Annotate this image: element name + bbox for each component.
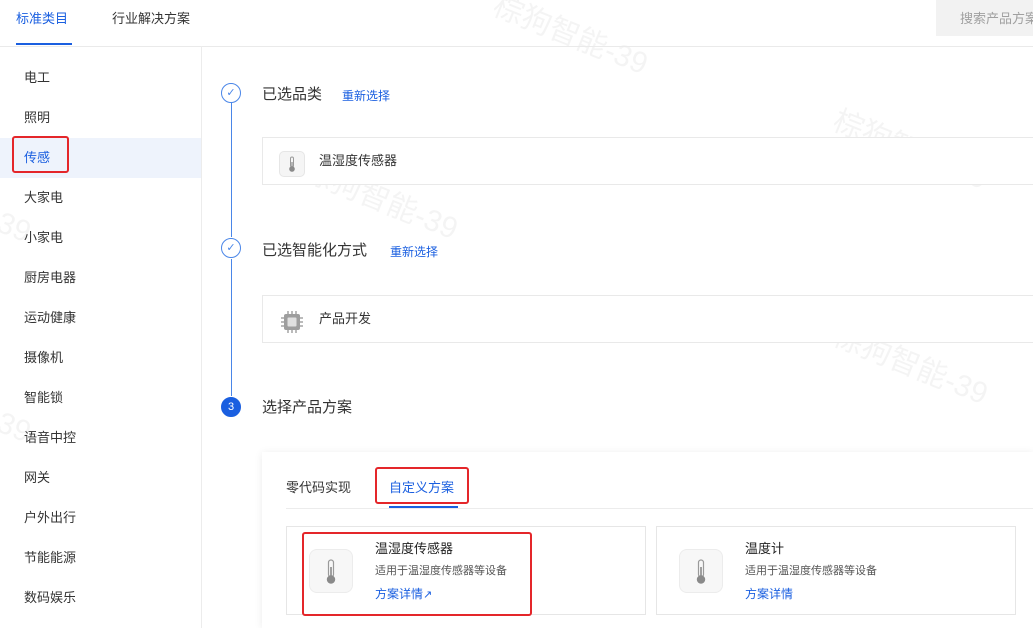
- selected-category-box: 温湿度传感器: [262, 137, 1033, 185]
- tab-zero-code[interactable]: 零代码实现: [286, 479, 351, 497]
- sidebar-item-gateway[interactable]: 网关: [0, 458, 201, 498]
- tab-divider: [286, 508, 1033, 509]
- selected-method-box: 产品开发: [262, 295, 1033, 343]
- card-description: 适用于温湿度传感器等设备: [745, 565, 877, 577]
- sidebar-item-energy-saving[interactable]: 节能能源: [0, 538, 201, 578]
- step-title-category: 已选品类: [262, 86, 323, 103]
- sidebar-item-kitchen-appliances[interactable]: 厨房电器: [0, 258, 201, 298]
- link-label: 方案详情: [375, 587, 424, 601]
- card-description: 适用于温湿度传感器等设备: [375, 565, 507, 577]
- tab-standard-category[interactable]: 标准类目: [16, 10, 68, 28]
- card-title: 温度计: [745, 541, 785, 556]
- step-title-smart-method: 已选智能化方式: [262, 242, 368, 259]
- thermometer-icon: [279, 151, 305, 177]
- sidebar-item-sensor[interactable]: 传感: [0, 138, 201, 178]
- sidebar-item-small-appliances[interactable]: 小家电: [0, 218, 201, 258]
- solution-detail-link[interactable]: 方案详情↗: [375, 586, 432, 603]
- reselect-category-link[interactable]: 重新选择: [342, 86, 390, 106]
- active-tab-indicator: [389, 506, 458, 508]
- card-title: 温湿度传感器: [375, 541, 454, 556]
- thermometer-icon: [309, 549, 353, 593]
- search-input[interactable]: [936, 0, 1033, 36]
- sidebar-item-electrician[interactable]: 电工: [0, 58, 201, 98]
- sidebar-item-camera[interactable]: 摄像机: [0, 338, 201, 378]
- tab-industry-solutions[interactable]: 行业解决方案: [112, 10, 190, 28]
- solution-detail-link[interactable]: 方案详情: [745, 586, 793, 602]
- category-sidebar: 电工 照明 传感 大家电 小家电 厨房电器 运动健康 摄像机 智能锁 语音中控 …: [0, 46, 202, 628]
- sidebar-item-sports-health[interactable]: 运动健康: [0, 298, 201, 338]
- external-arrow-icon: ↗: [423, 589, 433, 601]
- solution-card-thermometer[interactable]: 温度计 适用于温湿度传感器等设备 方案详情: [656, 526, 1016, 615]
- thermometer-icon: [679, 549, 723, 593]
- step-number: 3: [221, 397, 241, 417]
- solution-card-temp-humidity[interactable]: 温湿度传感器 适用于温湿度传感器等设备 方案详情↗: [286, 526, 646, 615]
- step-connector: [231, 103, 232, 237]
- selected-method-label: 产品开发: [319, 311, 372, 326]
- sidebar-item-voice-control[interactable]: 语音中控: [0, 418, 201, 458]
- step-title-choose-solution: 选择产品方案: [262, 399, 353, 416]
- sidebar-item-digital-entertainment[interactable]: 数码娱乐: [0, 578, 201, 618]
- sidebar-item-major-appliances[interactable]: 大家电: [0, 178, 201, 218]
- step-check-icon: ✓: [221, 83, 241, 103]
- selected-category-label: 温湿度传感器: [319, 153, 398, 168]
- top-tab-bar: 标准类目 行业解决方案: [0, 0, 1033, 47]
- tab-custom-solution[interactable]: 自定义方案: [389, 479, 454, 497]
- sidebar-item-smart-lock[interactable]: 智能锁: [0, 378, 201, 418]
- chip-icon: [279, 309, 305, 335]
- sidebar-item-outdoor-travel[interactable]: 户外出行: [0, 498, 201, 538]
- active-tab-indicator: [16, 43, 72, 45]
- step-connector: [231, 259, 232, 396]
- reselect-method-link[interactable]: 重新选择: [390, 242, 438, 262]
- step-check-icon: ✓: [221, 238, 241, 258]
- sidebar-item-lighting[interactable]: 照明: [0, 98, 201, 138]
